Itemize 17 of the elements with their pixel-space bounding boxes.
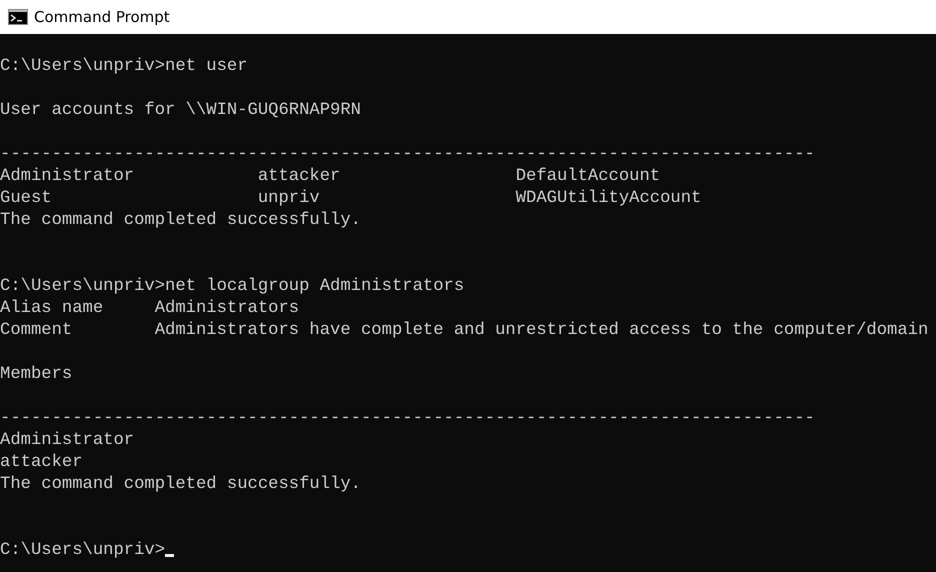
output-text: Comment Administrators have complete and unrestricted access to the computer/domain: [0, 320, 928, 342]
command-line: C:\Users\unpriv>net user: [0, 56, 248, 78]
output-text: -------------------------------------------------------------------------------: [0, 408, 815, 430]
output-text: -------------------------------------------------------------------------------: [0, 144, 815, 166]
window-title: Command Prompt: [34, 8, 170, 26]
output-text: Members: [0, 364, 72, 386]
command-line: C:\Users\unpriv>net localgroup Administrators: [0, 276, 464, 298]
output-text: The command completed successfully.: [0, 210, 361, 232]
output-text: Administrator: [0, 430, 134, 452]
output-text: The command completed successfully.: [0, 474, 361, 496]
terminal-icon: [8, 9, 28, 25]
command-line: C:\Users\unpriv>: [0, 540, 166, 562]
output-text: User accounts for \\WIN-GUQ6RNAP9RN: [0, 100, 361, 122]
output-text: attacker: [0, 452, 83, 474]
output-text: Alias name Administrators: [0, 298, 300, 320]
output-text: Guest unpriv WDAGUtilityAccount: [0, 188, 702, 210]
output-text: Administrator attacker DefaultAccount: [0, 166, 660, 188]
